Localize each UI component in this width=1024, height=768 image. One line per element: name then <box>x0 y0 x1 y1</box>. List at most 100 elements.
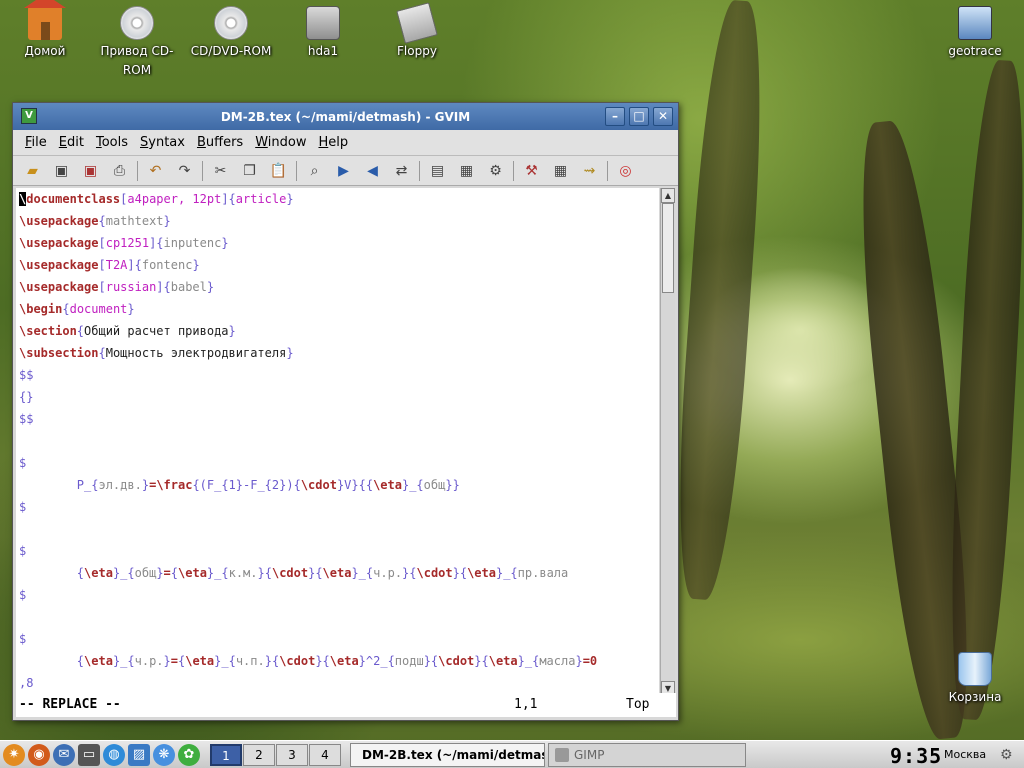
close-button[interactable]: ✕ <box>653 107 673 126</box>
code-token: \subsection <box>19 346 99 360</box>
desktop-icon-label: geotrace <box>948 44 1002 58</box>
thunderbird-icon[interactable]: ✉ <box>53 743 75 766</box>
code-token: \eta <box>178 566 207 580</box>
window-titlebar[interactable]: V DM-2B.tex (~/mami/detmash) - GVIM – □ … <box>13 103 678 130</box>
desktop-icon-hda1[interactable]: hda1 <box>278 0 368 61</box>
image-viewer-icon[interactable]: ▨ <box>128 743 150 766</box>
tags-icon[interactable]: ⇝ <box>578 160 601 182</box>
scrollbar-thumb[interactable] <box>662 203 674 293</box>
editor-line: $$ <box>16 364 659 386</box>
code-token: }_{ <box>112 566 135 580</box>
menu-file[interactable]: File <box>19 135 53 150</box>
code-token: } <box>575 654 583 668</box>
cut-icon[interactable]: ✂ <box>209 160 232 182</box>
toolbar-separator <box>202 160 203 181</box>
paste-icon[interactable]: 📋 <box>267 160 290 182</box>
gear-icon[interactable]: ⚙ <box>1000 747 1013 763</box>
code-token: \eta <box>373 478 402 492</box>
desktop-icon-label: Floppy <box>397 44 437 58</box>
settings-icon[interactable]: ❋ <box>153 743 175 766</box>
code-token: \cdot <box>416 566 453 580</box>
find-next-icon[interactable]: ▶ <box>332 160 355 182</box>
code-token: [ <box>98 280 106 294</box>
save-session-icon[interactable]: ▦ <box>455 160 478 182</box>
desktop-icon-cdrom[interactable]: Привод CD-ROM <box>92 0 182 80</box>
code-token: } <box>163 654 171 668</box>
undo-icon[interactable]: ↶ <box>144 160 167 182</box>
editor-line: {\eta}_{общ}={\eta}_{к.м.}{\cdot}{\eta}_… <box>16 562 659 584</box>
kde-menu-icon[interactable]: ✷ <box>3 743 25 766</box>
workspace-1[interactable]: 1 <box>210 743 242 766</box>
code-token: = <box>170 654 178 668</box>
clock[interactable]: 9:35 <box>890 744 942 768</box>
replace-icon[interactable]: ⇄ <box>390 160 413 182</box>
desktop-icon-floppy[interactable]: Floppy <box>372 0 462 61</box>
desktop-icon-trash[interactable]: Корзина <box>930 646 1020 707</box>
code-token: }_{ <box>206 566 229 580</box>
code-token: $$ <box>19 368 34 382</box>
load-session-icon[interactable]: ▤ <box>426 160 449 182</box>
terminal-icon[interactable]: ▭ <box>78 743 100 766</box>
make-icon[interactable]: ⚒ <box>520 160 543 182</box>
icq-icon[interactable]: ✿ <box>178 743 200 766</box>
menu-edit[interactable]: Edit <box>53 135 90 150</box>
code-token: mathtext <box>105 214 164 228</box>
code-token: \usepackage <box>19 280 99 294</box>
cdrom-icon <box>120 6 154 40</box>
workspace-3[interactable]: 3 <box>276 743 308 766</box>
editor-line: {\eta}_{ч.р.}={\eta}_{ч.п.}{\cdot}{\eta}… <box>16 650 659 672</box>
help-icon[interactable]: ◎ <box>614 160 637 182</box>
code-token: } <box>163 214 171 228</box>
minimize-button[interactable]: – <box>605 107 625 126</box>
editor-line: \usepackage[cp1251]{inputenc} <box>16 232 659 254</box>
code-token: { <box>98 214 106 228</box>
desktop-icon-dvd[interactable]: CD/DVD-ROM <box>186 0 276 61</box>
run-script-icon[interactable]: ⚙ <box>484 160 507 182</box>
editor-line: \subsection{Мощность электродвигателя} <box>16 342 659 364</box>
scroll-up-arrow-icon[interactable]: ▲ <box>661 188 675 203</box>
text-editor[interactable]: \documentclass[a4paper, 12pt]{article} \u… <box>16 188 659 696</box>
code-token: cp1251 <box>105 236 150 250</box>
code-token: =0 <box>582 654 598 668</box>
code-token: }{ <box>264 654 280 668</box>
menu-help[interactable]: Help <box>312 135 354 150</box>
code-token: \eta <box>322 566 352 580</box>
code-token: ]{ <box>156 280 171 294</box>
menu-window[interactable]: Window <box>249 135 312 150</box>
code-token: [ <box>98 236 106 250</box>
editor-line: $ <box>16 540 659 562</box>
find-prev-icon[interactable]: ◀ <box>361 160 384 182</box>
menu-tools[interactable]: Tools <box>90 135 134 150</box>
workspace-4[interactable]: 4 <box>309 743 341 766</box>
menu-buffers[interactable]: Buffers <box>191 135 249 150</box>
taskbar: ✷ ◉ ✉ ▭ ◍ ▨ ❋ ✿ 1 2 3 4 DM-2B.tex (~/mam… <box>0 740 1024 768</box>
harddisk-icon <box>306 6 340 40</box>
save-all-icon[interactable]: ▣ <box>79 160 102 182</box>
vertical-scrollbar[interactable]: ▲ ▼ <box>660 188 675 696</box>
code-token: { <box>98 346 106 360</box>
gvim-window: V DM-2B.tex (~/mami/detmash) - GVIM – □ … <box>12 102 679 721</box>
maximize-button[interactable]: □ <box>629 107 649 126</box>
code-token: { <box>76 324 85 338</box>
firefox-icon[interactable]: ◉ <box>28 743 50 766</box>
code-token: documentclass <box>26 192 121 206</box>
find-icon[interactable]: ⌕ <box>303 160 326 182</box>
redo-icon[interactable]: ↷ <box>173 160 196 182</box>
desktop-icon-home[interactable]: Домой <box>0 0 90 61</box>
task-gimp[interactable]: GIMP <box>548 742 746 767</box>
desktop-icon-geotrace[interactable]: geotrace <box>930 0 1020 61</box>
workspace-2[interactable]: 2 <box>243 743 275 766</box>
menu-syntax[interactable]: Syntax <box>134 135 191 150</box>
task-gvim[interactable]: DM-2B.tex (~/mami/detmash <box>350 742 545 767</box>
code-token: { <box>62 302 70 316</box>
konqueror-icon[interactable]: ◍ <box>103 743 125 766</box>
save-icon[interactable]: ▣ <box>50 160 73 182</box>
editor-line: $ <box>16 584 659 606</box>
copy-icon[interactable]: ❐ <box>238 160 261 182</box>
code-token: ]{ <box>221 192 236 206</box>
print-icon[interactable]: ⎙ <box>108 160 131 182</box>
floppy-icon <box>396 2 438 44</box>
shell-icon[interactable]: ▦ <box>549 160 572 182</box>
open-icon[interactable]: ▰ <box>21 160 44 182</box>
